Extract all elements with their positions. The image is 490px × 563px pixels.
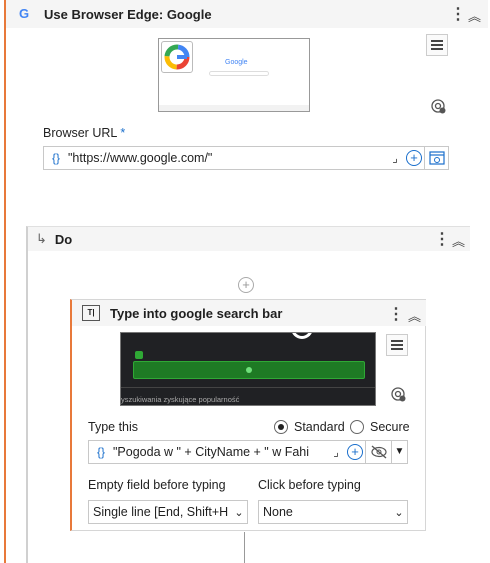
browser-url-field[interactable]: {} "https://www.google.com/" ⌟ + <box>43 146 449 170</box>
expression-brace-icon[interactable]: {} <box>44 151 68 165</box>
type-this-label: Type this <box>88 420 139 434</box>
secure-radio-label[interactable]: Secure <box>370 420 410 434</box>
standard-radio-label[interactable]: Standard <box>294 420 345 434</box>
google-logo-icon <box>161 41 193 73</box>
visibility-off-icon[interactable] <box>365 441 391 463</box>
do-title: Do <box>54 231 73 247</box>
thumb-logo-fragment <box>291 333 313 339</box>
svg-text:G: G <box>19 6 29 20</box>
empty-field-value: Single line [End, Shift+H <box>93 505 229 519</box>
options-menu-button[interactable] <box>426 34 448 56</box>
do-container: ↳ Do ⋮ ︽ + T| Type into google search ba… <box>26 226 470 563</box>
expand-editor-icon[interactable]: ⌟ <box>386 151 404 165</box>
more-options-icon[interactable]: ⋮ <box>450 4 466 24</box>
indicate-target-icon[interactable] <box>430 98 446 114</box>
type-this-expand-icon[interactable]: ⌟ <box>327 445 345 459</box>
add-activity-icon[interactable]: + <box>238 277 254 293</box>
chevron-down-icon: ⌄ <box>234 506 244 519</box>
thumb-divider <box>121 387 375 388</box>
secure-radio[interactable] <box>350 420 364 434</box>
collapse-icon[interactable]: ︽ <box>468 6 481 25</box>
chevron-down-icon: ⌄ <box>394 506 404 519</box>
type-into-header[interactable]: T| Type into google search bar ⋮ ︽ <box>72 300 426 326</box>
type-into-more-options-icon[interactable]: ⋮ <box>388 304 404 324</box>
thumb-search-box <box>209 71 269 76</box>
object-browser-icon[interactable] <box>424 147 448 169</box>
type-this-input[interactable]: "Pogoda w " + CityName + " w Fahi <box>113 445 327 459</box>
connector-line <box>244 532 245 563</box>
do-arrow-icon: ↳ <box>36 231 47 246</box>
search-bar-screenshot-thumbnail[interactable]: yszukiwania zyskujące popularność <box>120 332 376 406</box>
browser-screenshot-thumbnail[interactable]: Google <box>158 38 310 112</box>
thumb-anchor-marker <box>135 351 143 359</box>
type-this-add-variable-icon[interactable]: + <box>347 444 363 460</box>
activity-title: Use Browser Edge: Google <box>44 6 212 22</box>
standard-radio[interactable] <box>274 420 288 434</box>
empty-field-select[interactable]: Single line [End, Shift+H ⌄ <box>88 500 248 524</box>
browser-url-label: Browser URL * <box>43 126 126 140</box>
type-into-collapse-icon[interactable]: ︽ <box>408 306 421 325</box>
click-before-value: None <box>263 505 293 519</box>
thumb-footer <box>159 105 309 111</box>
empty-field-label: Empty field before typing <box>88 478 226 492</box>
type-into-activity: T| Type into google search bar ⋮ ︽ yszuk… <box>70 299 426 531</box>
thumb-caption: yszukiwania zyskujące popularność <box>121 395 240 404</box>
add-variable-icon[interactable]: + <box>406 150 422 166</box>
use-browser-activity: G Use Browser Edge: Google ⋮ ︽ Google Br… <box>4 0 488 563</box>
activity-header[interactable]: G Use Browser Edge: Google ⋮ ︽ <box>6 0 488 28</box>
type-this-dropdown-icon[interactable]: ▼ <box>391 441 407 463</box>
do-header[interactable]: ↳ Do ⋮ ︽ <box>28 227 470 251</box>
type-into-title: Type into google search bar <box>110 305 283 321</box>
thumb-target-highlight <box>133 361 365 379</box>
google-icon: G <box>18 6 32 23</box>
do-collapse-icon[interactable]: ︽ <box>452 231 465 250</box>
type-into-indicate-target-icon[interactable] <box>390 386 406 402</box>
type-into-icon: T| <box>82 305 100 321</box>
do-more-options-icon[interactable]: ⋮ <box>434 229 450 249</box>
browser-url-input[interactable]: "https://www.google.com/" <box>68 151 386 165</box>
click-before-label: Click before typing <box>258 478 361 492</box>
click-before-select[interactable]: None ⌄ <box>258 500 408 524</box>
thumb-google-text: Google <box>225 59 248 66</box>
type-into-options-menu-button[interactable] <box>386 334 408 356</box>
type-this-field[interactable]: {} "Pogoda w " + CityName + " w Fahi ⌟ +… <box>88 440 408 464</box>
type-this-brace-icon[interactable]: {} <box>89 445 113 459</box>
